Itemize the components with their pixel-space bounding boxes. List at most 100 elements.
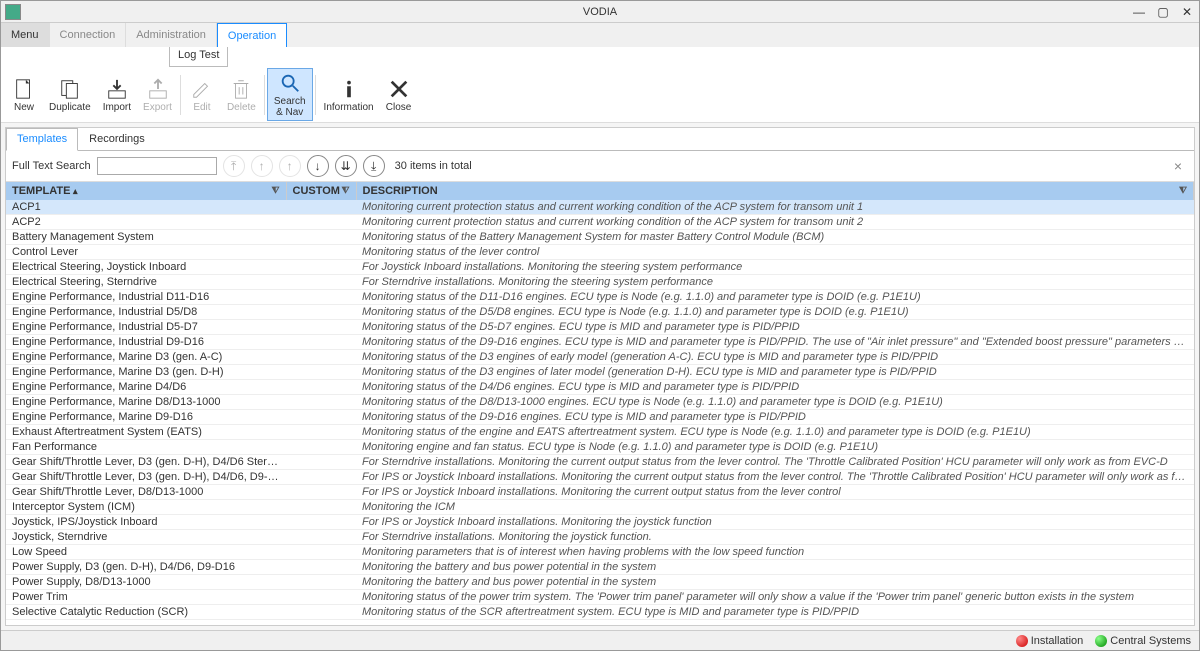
cell-custom xyxy=(286,260,356,275)
cell-description: Monitoring status of the D9-D16 engines.… xyxy=(356,335,1194,350)
cell-custom xyxy=(286,560,356,575)
table-row[interactable]: Gear Shift/Throttle Lever, D3 (gen. D-H)… xyxy=(6,470,1194,485)
table-row[interactable]: Engine Performance, Industrial D5/D8Moni… xyxy=(6,305,1194,320)
delete-icon xyxy=(229,77,253,101)
col-template[interactable]: TEMPLATE⧨ xyxy=(6,182,286,200)
cell-template: Power Supply, D3 (gen. D-H), D4/D6, D9-D… xyxy=(6,560,286,575)
import-icon xyxy=(105,77,129,101)
templates-table-wrap[interactable]: TEMPLATE⧨ CUSTOM⧨ DESCRIPTION⧨ ACP1Monit… xyxy=(6,182,1194,625)
tab-recordings[interactable]: Recordings xyxy=(78,128,156,150)
tool-close[interactable]: Close xyxy=(380,75,418,115)
cell-description: For Joystick Inboard installations. Moni… xyxy=(356,260,1194,275)
table-row[interactable]: ACP1Monitoring current protection status… xyxy=(6,200,1194,215)
table-row[interactable]: Electrical Steering, SterndriveFor Stern… xyxy=(6,275,1194,290)
tool-delete: Delete xyxy=(221,75,262,115)
table-row[interactable]: Engine Performance, Marine D9-D16Monitor… xyxy=(6,410,1194,425)
table-row[interactable]: Battery Management SystemMonitoring stat… xyxy=(6,230,1194,245)
search-input[interactable] xyxy=(97,157,217,175)
cell-description: Monitoring status of the D3 engines of l… xyxy=(356,365,1194,380)
cell-description: Monitoring current protection status and… xyxy=(356,215,1194,230)
table-row[interactable]: Power TrimMonitoring status of the power… xyxy=(6,590,1194,605)
cell-custom xyxy=(286,530,356,545)
nav-up-button: ↑ xyxy=(279,155,301,177)
cell-description: Monitoring status of the D11-D16 engines… xyxy=(356,290,1194,305)
table-row[interactable]: Interceptor System (ICM) Monitoring the I… xyxy=(6,500,1194,515)
tab-templates[interactable]: Templates xyxy=(6,128,78,151)
table-row[interactable]: Exhaust Aftertreatment System (EATS)Moni… xyxy=(6,425,1194,440)
titlebar: VODIA — ▢ ✕ xyxy=(1,1,1199,23)
close-panel-button[interactable]: × xyxy=(1168,158,1188,174)
table-row[interactable]: Electrical Steering, Joystick InboardFor… xyxy=(6,260,1194,275)
filter-icon[interactable]: ⧨ xyxy=(341,185,349,196)
status-installation[interactable]: Installation xyxy=(1016,635,1084,647)
status-central[interactable]: Central Systems xyxy=(1095,635,1191,647)
nav-down-button[interactable]: ↓ xyxy=(307,155,329,177)
nav-next-button[interactable]: ⇊ xyxy=(335,155,357,177)
table-row[interactable]: Power Supply, D3 (gen. D-H), D4/D6, D9-D… xyxy=(6,560,1194,575)
menu-connection[interactable]: Connection xyxy=(50,23,127,47)
cell-custom xyxy=(286,320,356,335)
cell-custom xyxy=(286,515,356,530)
table-row[interactable]: Engine Performance, Marine D3 (gen. D-H)… xyxy=(6,365,1194,380)
filter-icon[interactable]: ⧨ xyxy=(271,185,279,196)
cell-custom xyxy=(286,545,356,560)
submenubar: Log Test xyxy=(1,47,1199,67)
cell-custom xyxy=(286,455,356,470)
table-row[interactable]: Engine Performance, Industrial D11-D16Mo… xyxy=(6,290,1194,305)
cell-template: Low Speed xyxy=(6,545,286,560)
table-row[interactable]: ACP2Monitoring current protection status… xyxy=(6,215,1194,230)
table-row[interactable]: Low SpeedMonitoring parameters that is o… xyxy=(6,545,1194,560)
tool-new[interactable]: New xyxy=(5,75,43,115)
table-row[interactable]: Joystick, Sterndrive For Sterndrive insta… xyxy=(6,530,1194,545)
tool-edit: Edit xyxy=(183,75,221,115)
table-row[interactable]: Engine Performance, Marine D3 (gen. A-C)… xyxy=(6,350,1194,365)
search-icon xyxy=(278,71,302,95)
cell-description: For Sterndrive installations. Monitoring… xyxy=(356,455,1194,470)
cell-template: Engine Performance, Industrial D5-D7 xyxy=(6,320,286,335)
table-row[interactable]: Engine Performance, Marine D8/D13-1000Mo… xyxy=(6,395,1194,410)
menu-operation[interactable]: Operation xyxy=(217,23,287,47)
col-custom[interactable]: CUSTOM⧨ xyxy=(286,182,356,200)
table-row[interactable]: Engine Performance, Marine D4/D6Monitori… xyxy=(6,380,1194,395)
nav-last-button[interactable]: ⤓ xyxy=(363,155,385,177)
tool-duplicate[interactable]: Duplicate xyxy=(43,75,97,115)
submenu-log-test[interactable]: Log Test xyxy=(169,47,228,67)
table-row[interactable]: Power Supply, D8/D13-1000Monitoring the … xyxy=(6,575,1194,590)
tool-import[interactable]: Import xyxy=(97,75,137,115)
cell-custom xyxy=(286,425,356,440)
cell-description: Monitoring engine and fan status. ECU ty… xyxy=(356,440,1194,455)
table-row[interactable]: Gear Shift/Throttle Lever, D8/D13-1000Fo… xyxy=(6,485,1194,500)
cell-description: Monitoring the ICM xyxy=(356,500,1194,515)
maximize-button[interactable]: ▢ xyxy=(1151,3,1175,21)
cell-template: Joystick, Sterndrive xyxy=(6,530,286,545)
cell-template: Interceptor System (ICM) xyxy=(6,500,286,515)
table-row[interactable]: Fan PerformanceMonitoring engine and fan… xyxy=(6,440,1194,455)
table-row[interactable]: Selective Catalytic Reduction (SCR)Monit… xyxy=(6,605,1194,620)
cell-custom xyxy=(286,470,356,485)
table-row[interactable]: Gear Shift/Throttle Lever, D3 (gen. D-H)… xyxy=(6,455,1194,470)
cell-description: Monitoring status of the lever control xyxy=(356,245,1194,260)
cell-template: Engine Performance, Marine D9-D16 xyxy=(6,410,286,425)
cell-description: For Sterndrive installations. Monitoring… xyxy=(356,275,1194,290)
cell-template: Gear Shift/Throttle Lever, D3 (gen. D-H)… xyxy=(6,455,286,470)
table-row[interactable]: Engine Performance, Industrial D9-D16Mon… xyxy=(6,335,1194,350)
window-close-button[interactable]: ✕ xyxy=(1175,3,1199,21)
filter-icon[interactable]: ⧨ xyxy=(1179,185,1187,196)
table-row[interactable]: Joystick, IPS/Joystick InboardFor IPS or… xyxy=(6,515,1194,530)
cell-description: For Sterndrive installations. Monitoring… xyxy=(356,530,1194,545)
cell-custom xyxy=(286,335,356,350)
status-red-icon xyxy=(1016,635,1028,647)
minimize-button[interactable]: — xyxy=(1127,3,1151,21)
tool-search-nav[interactable]: Search & Nav xyxy=(267,68,313,121)
table-row[interactable]: Control LeverMonitoring status of the le… xyxy=(6,245,1194,260)
menu-administration[interactable]: Administration xyxy=(126,23,217,47)
cell-custom xyxy=(286,215,356,230)
table-row[interactable]: Engine Performance, Industrial D5-D7Moni… xyxy=(6,320,1194,335)
status-green-icon xyxy=(1095,635,1107,647)
col-description[interactable]: DESCRIPTION⧨ xyxy=(356,182,1194,200)
tool-information[interactable]: Information xyxy=(318,75,380,115)
menu-menu[interactable]: Menu xyxy=(1,23,50,47)
cell-template: Gear Shift/Throttle Lever, D8/D13-1000 xyxy=(6,485,286,500)
cell-description: Monitoring status of the engine and EATS… xyxy=(356,425,1194,440)
cell-custom xyxy=(286,590,356,605)
